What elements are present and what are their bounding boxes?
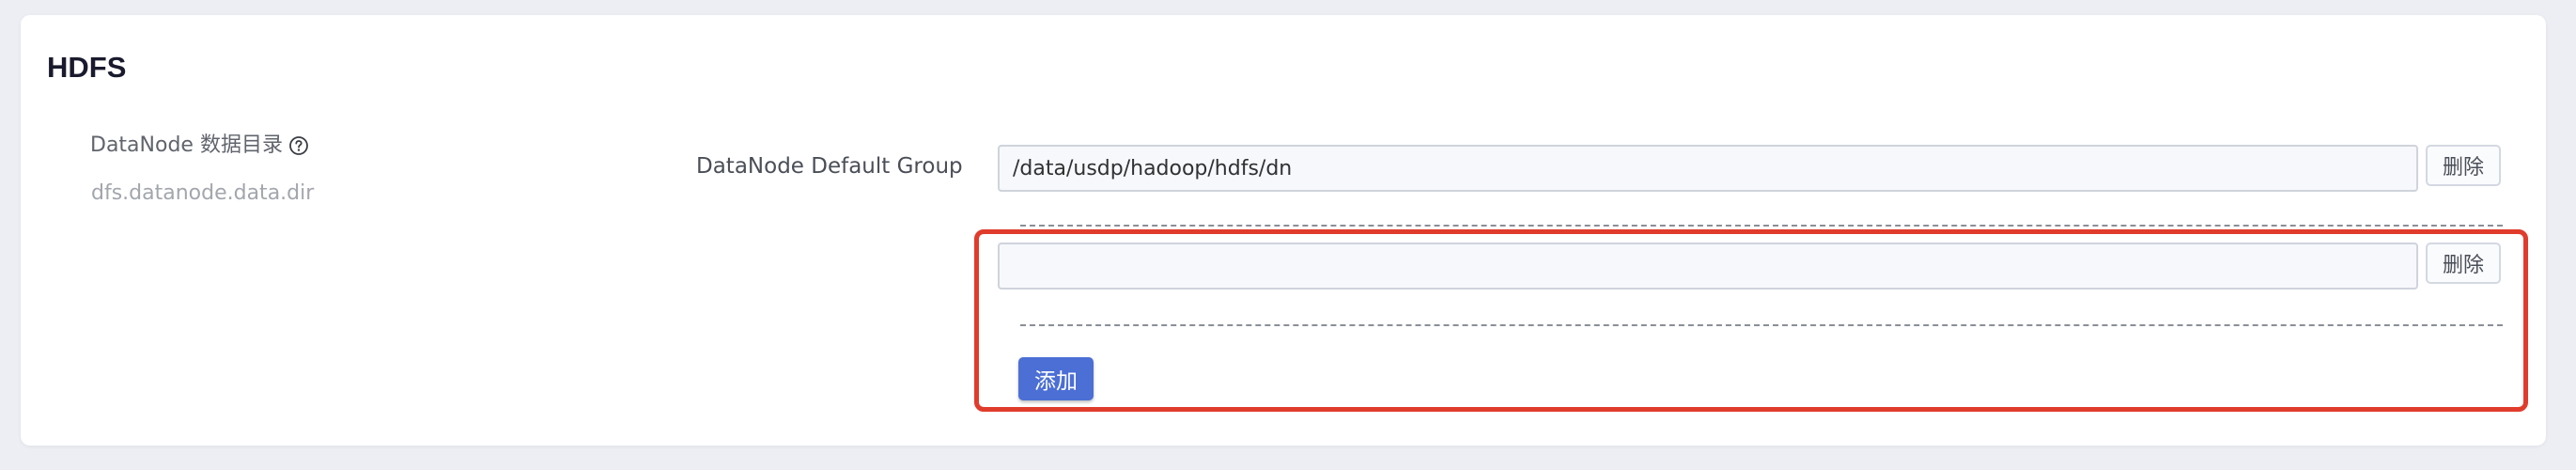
delete-button-1[interactable]: 删除 bbox=[2426, 145, 2501, 186]
property-label-row: DataNode 数据目录 bbox=[90, 135, 309, 156]
data-dir-input-1[interactable] bbox=[998, 145, 2418, 192]
property-label: DataNode 数据目录 bbox=[90, 133, 283, 157]
section-title: HDFS bbox=[47, 51, 127, 84]
hdfs-config-card bbox=[21, 15, 2546, 446]
group-label: DataNode Default Group bbox=[696, 154, 963, 179]
question-circle-icon[interactable] bbox=[288, 135, 309, 156]
entry-divider-1 bbox=[1020, 225, 2503, 227]
property-key: dfs.datanode.data.dir bbox=[91, 181, 315, 205]
delete-button-2[interactable]: 删除 bbox=[2426, 243, 2501, 284]
entry-divider-2 bbox=[1020, 324, 2503, 326]
data-dir-input-2[interactable] bbox=[998, 243, 2418, 290]
add-button[interactable]: 添加 bbox=[1018, 357, 1094, 400]
